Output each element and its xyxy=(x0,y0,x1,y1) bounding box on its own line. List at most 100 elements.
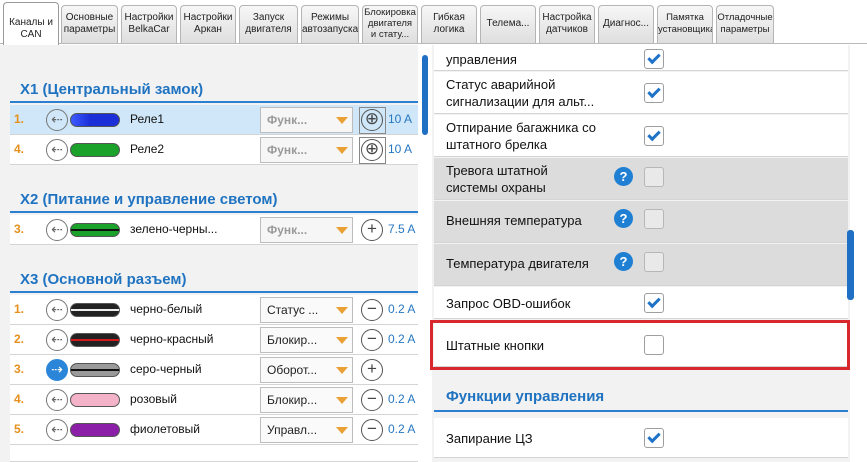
channel-row[interactable]: 4. ⇠ Реле2 Функ... ⊕ 10 A xyxy=(10,135,418,165)
dropdown-value: Оборот... xyxy=(267,363,318,377)
arrow-in-circle-icon[interactable]: ⇠ xyxy=(46,389,68,411)
channel-row[interactable]: 3. ⇢ серо-черный Оборот... + xyxy=(10,355,418,385)
plus-circle-icon[interactable]: ⊕ xyxy=(359,137,386,164)
tab-engine-block[interactable]: Блокировка двигателя и стату... xyxy=(362,5,418,43)
function-dropdown[interactable]: Статус ... xyxy=(260,297,353,323)
current-rating: 0.2 A xyxy=(388,392,416,406)
wire-color-swatch xyxy=(70,423,120,437)
dropdown-value: Блокир... xyxy=(267,333,318,347)
tab-sensors[interactable]: Настройка датчиков xyxy=(539,5,595,43)
plus-circle-icon[interactable]: + xyxy=(361,359,383,381)
function-dropdown[interactable]: Управл... xyxy=(260,417,353,443)
help-question-icon[interactable]: ? xyxy=(614,209,633,228)
channel-row[interactable]: 1. ⇠ Реле1 Функ... ⊕ 10 A xyxy=(10,105,418,135)
channel-number: 5. xyxy=(14,422,25,436)
plus-circle-icon[interactable]: + xyxy=(361,219,383,241)
minus-circle-icon[interactable]: − xyxy=(361,419,383,441)
wire-name: черно-красный xyxy=(130,332,214,346)
right-scrollbar-thumb[interactable] xyxy=(847,230,854,300)
dropdown-value: Управл... xyxy=(267,423,318,437)
function-checkbox[interactable] xyxy=(644,49,664,69)
current-rating: 0.2 A xyxy=(388,422,416,436)
function-checkbox[interactable] xyxy=(644,83,664,103)
function-checkbox[interactable] xyxy=(644,428,664,448)
arrow-in-circle-icon[interactable]: ⇠ xyxy=(46,139,68,161)
left-scrollbar-thumb[interactable] xyxy=(422,55,428,135)
function-row[interactable]: Тревога штатной системы охраны ? xyxy=(434,158,848,200)
tab-installer-memo[interactable]: Памятка установщика xyxy=(657,5,713,43)
checkmark-icon xyxy=(647,294,661,309)
tab-channels-can[interactable]: Каналы и CAN xyxy=(3,2,59,45)
function-label: Тревога штатной системы охраны xyxy=(446,163,548,195)
arrow-in-circle-icon[interactable]: ⇠ xyxy=(46,109,68,131)
minus-circle-icon[interactable]: − xyxy=(361,329,383,351)
channel-number: 2. xyxy=(14,332,25,346)
wire-name: Реле1 xyxy=(130,112,165,126)
tab-main-params[interactable]: Основные параметры xyxy=(61,5,118,43)
channel-row[interactable]: 2. ⇠ черно-красный Блокир... − 0.2 A xyxy=(10,325,418,355)
dropdown-caret-icon xyxy=(336,147,348,154)
channel-row[interactable]: 3. ⇠ зелено-черны... Функ... + 7.5 A xyxy=(10,215,418,245)
help-question-icon[interactable]: ? xyxy=(614,167,633,186)
function-dropdown[interactable]: Блокир... xyxy=(260,327,353,353)
dropdown-value: Статус ... xyxy=(267,303,319,317)
function-checkbox xyxy=(644,209,664,229)
function-checkbox[interactable] xyxy=(644,126,664,146)
function-label: Температура двигателя xyxy=(446,256,589,271)
arrow-in-circle-icon[interactable]: ⇠ xyxy=(46,329,68,351)
tab-belkacar[interactable]: Настройки BelkaCar xyxy=(121,5,177,43)
channel-number: 3. xyxy=(14,222,25,236)
minus-circle-icon[interactable]: − xyxy=(361,389,383,411)
dropdown-value: Функ... xyxy=(267,113,308,127)
section-title-x1: X1 (Центральный замок) xyxy=(10,75,418,103)
function-row[interactable]: Внешняя температура ? xyxy=(434,201,848,243)
minus-circle-icon[interactable]: − xyxy=(361,299,383,321)
wire-color-swatch xyxy=(70,223,120,237)
function-label: Запрос OBD-ошибок xyxy=(446,296,571,311)
plus-circle-icon[interactable]: ⊕ xyxy=(359,107,386,134)
channel-row[interactable] xyxy=(10,445,418,462)
channel-row[interactable]: 1. ⇠ черно-белый Статус ... − 0.2 A xyxy=(10,295,418,325)
function-label: Внешняя температура xyxy=(446,213,582,228)
function-checkbox[interactable] xyxy=(644,293,664,313)
function-row[interactable]: Запрос OBD-ошибок xyxy=(434,287,848,319)
arrow-in-circle-icon[interactable]: ⇢ xyxy=(46,359,68,381)
wire-name: Реле2 xyxy=(130,142,165,156)
current-rating: 7.5 A xyxy=(388,222,416,236)
function-dropdown[interactable]: Функ... xyxy=(260,137,353,163)
current-rating: 10 A xyxy=(388,112,413,126)
dropdown-caret-icon xyxy=(336,227,348,234)
tab-engine-start[interactable]: Запуск двигателя xyxy=(239,5,298,43)
wire-name: зелено-черны... xyxy=(130,222,218,236)
arrow-in-circle-icon[interactable]: ⇠ xyxy=(46,419,68,441)
wire-color-swatch xyxy=(70,333,120,347)
tab-arkan[interactable]: Настройки Аркан xyxy=(180,5,236,43)
dropdown-caret-icon xyxy=(336,427,348,434)
tab-diagnostics[interactable]: Диагнос... xyxy=(598,5,654,43)
channel-row[interactable]: 4. ⇠ розовый Блокир... − 0.2 A xyxy=(10,385,418,415)
help-question-icon[interactable]: ? xyxy=(614,252,633,271)
function-row[interactable]: Температура двигателя ? xyxy=(434,244,848,286)
dropdown-caret-icon xyxy=(336,337,348,344)
function-dropdown[interactable]: Блокир... xyxy=(260,387,353,413)
function-row[interactable]: управления xyxy=(434,45,848,71)
function-row[interactable]: Отпирание багажника со штатного брелка xyxy=(434,115,848,157)
arrow-in-circle-icon[interactable]: ⇠ xyxy=(46,299,68,321)
function-row[interactable]: Запирание ЦЗ xyxy=(434,418,848,458)
current-rating: 0.2 A xyxy=(388,332,416,346)
tab-telematics[interactable]: Телема... xyxy=(480,5,536,43)
function-dropdown[interactable]: Функ... xyxy=(260,217,353,243)
dropdown-caret-icon xyxy=(336,367,348,374)
tab-flex-logic[interactable]: Гибкая логика xyxy=(421,5,477,43)
checkmark-icon xyxy=(647,127,661,142)
function-row[interactable]: Статус аварийной сигнализации для альт..… xyxy=(434,72,848,114)
function-label: Запирание ЦЗ xyxy=(446,431,533,446)
channel-row[interactable]: 5. ⇠ фиолетовый Управл... − 0.2 A xyxy=(10,415,418,445)
tab-debug-params[interactable]: Отладочные параметры xyxy=(716,5,774,43)
function-dropdown[interactable]: Оборот... xyxy=(260,357,353,383)
channel-number: 4. xyxy=(14,392,25,406)
arrow-in-circle-icon[interactable]: ⇠ xyxy=(46,219,68,241)
tab-autostart-modes[interactable]: Режимы автозапуска xyxy=(301,5,359,43)
function-checkbox xyxy=(644,167,664,187)
function-dropdown[interactable]: Функ... xyxy=(260,107,353,133)
